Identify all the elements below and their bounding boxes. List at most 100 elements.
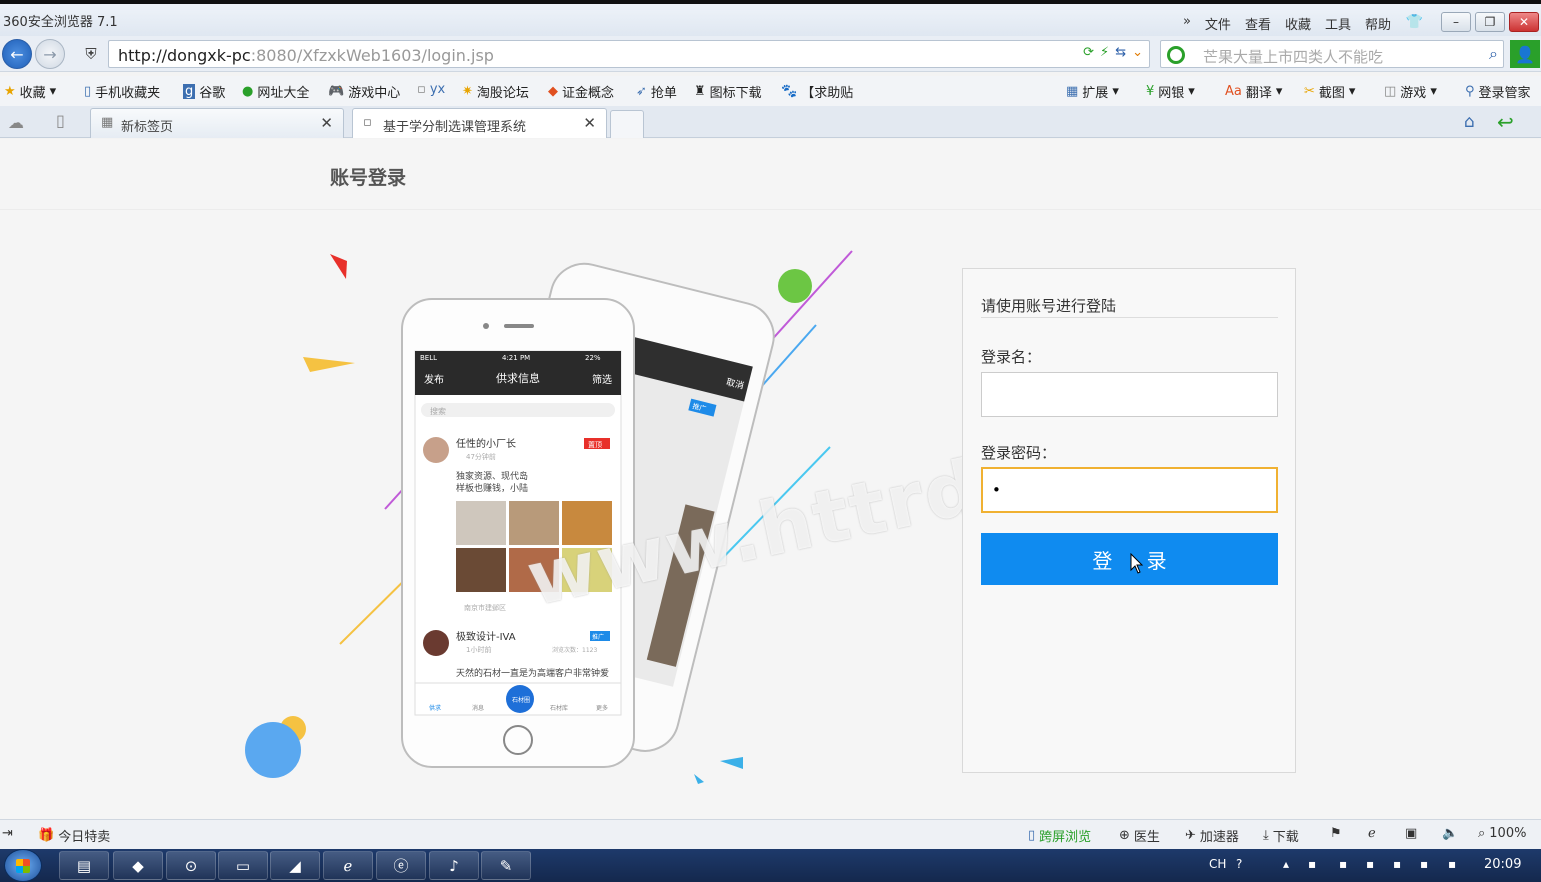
password-input[interactable] — [981, 467, 1278, 513]
minimize-button[interactable]: – — [1441, 12, 1471, 32]
taskbar-app-green[interactable]: ⊙ — [166, 851, 216, 880]
skin-icon[interactable]: 👕 — [1406, 14, 1423, 30]
gesture-icon[interactable]: ⚑ — [1330, 826, 1342, 841]
sound-icon[interactable]: 🔈 — [1442, 826, 1458, 841]
app-title: 360安全浏览器 7.1 — [3, 15, 118, 30]
taskbar-app-red[interactable]: ◆ — [113, 851, 163, 880]
page-icon: ▫ — [417, 82, 426, 97]
help-icon[interactable]: ? — [1236, 857, 1242, 871]
tool-screenshot[interactable]: ✂ 截图 ▾ — [1304, 82, 1355, 101]
post1-name: 任性的小厂长 — [456, 437, 516, 450]
mobile-sync-icon[interactable]: ▯ — [56, 111, 65, 130]
phone-tab-more: 更多 — [596, 704, 608, 712]
cloud-icon[interactable]: ☁ — [8, 113, 24, 132]
downloads[interactable]: ⤓ 下载 — [1263, 826, 1299, 845]
bookmark-site-nav[interactable]: ● 网址大全 — [242, 82, 309, 101]
zoom-control[interactable]: ⌕ 100% — [1478, 826, 1526, 841]
language-indicator[interactable]: CH — [1209, 857, 1226, 871]
taskbar-ie[interactable]: ℯ — [323, 851, 373, 880]
tool-extensions[interactable]: ▦ 扩展 ▾ — [1066, 82, 1119, 101]
tab-new-tab[interactable]: ▦ 新标签页 ✕ — [90, 108, 344, 138]
tray-app-icon[interactable]: ▪ — [1339, 857, 1347, 871]
phone-nav-publish: 发布 — [424, 373, 444, 386]
doctor[interactable]: ⊕ 医生 — [1119, 826, 1160, 845]
window-controls: – ❐ ✕ — [1441, 12, 1539, 32]
search-engine-icon[interactable] — [1167, 46, 1185, 64]
bookmark-yx[interactable]: ▫ yx — [417, 82, 445, 97]
taskbar-app-orange[interactable]: ◢ — [270, 851, 320, 880]
user-account-icon[interactable]: 👤 — [1510, 40, 1540, 68]
bookmark-mobile[interactable]: ▯ 手机收藏夹 — [84, 82, 160, 101]
phone-icon: ▯ — [1028, 828, 1036, 843]
tray-app-icon[interactable]: ▪ — [1448, 857, 1456, 871]
username-input[interactable] — [981, 372, 1278, 417]
post1-text1: 独家资源、现代岛 — [456, 470, 528, 482]
sidebar-toggle-icon[interactable]: ⇥ — [2, 826, 13, 841]
menu-help[interactable]: 帮助 — [1365, 14, 1391, 33]
undo-close-icon[interactable]: ↩ — [1497, 110, 1514, 134]
bookmark-securities[interactable]: ◆ 证金概念 — [548, 82, 614, 101]
url-text[interactable]: http://dongxk-pc:8080/XfzxkWeb1603/login… — [118, 46, 494, 65]
search-input[interactable]: 芒果大量上市四类人不能吃 — [1203, 46, 1383, 67]
tool-login-manager[interactable]: ⚲ 登录管家 — [1465, 82, 1531, 101]
back-button[interactable]: ← — [2, 39, 32, 69]
bookmark-stock-forum[interactable]: ✷ 淘股论坛 — [462, 82, 529, 101]
refresh-icon[interactable]: ⟳ — [1083, 45, 1094, 60]
close-tab-icon[interactable]: ✕ — [320, 114, 333, 132]
tool-translate[interactable]: Aa 翻译 ▾ — [1225, 82, 1282, 101]
zoom-icon: ⌕ — [1478, 826, 1486, 841]
bookmark-icon-download[interactable]: ♜ 图标下载 — [694, 82, 762, 101]
bookmark-grab[interactable]: ➶ 抢单 — [636, 82, 677, 101]
more-menu-chevron-icon[interactable]: » — [1183, 14, 1191, 33]
tray-expand-icon[interactable]: ▴ — [1283, 857, 1289, 871]
menu-view[interactable]: 查看 — [1245, 14, 1271, 33]
taskbar-360-browser[interactable]: ⓔ — [376, 851, 426, 880]
url-actions: ⟳ ⚡ ⇆ ⌄ — [1083, 45, 1143, 60]
close-tab-icon[interactable]: ✕ — [583, 114, 596, 132]
tray-app-icon[interactable]: ▪ — [1420, 857, 1428, 871]
taskbar-explorer[interactable]: ▭ — [218, 851, 268, 880]
tab-course-system[interactable]: ▫ 基于学分制选课管理系统 ✕ — [352, 108, 607, 138]
speed-mode-icon[interactable]: ⚡ — [1100, 45, 1109, 60]
cross-screen-browse[interactable]: ▯ 跨屏浏览 — [1028, 826, 1091, 845]
new-tab-button[interactable] — [610, 110, 644, 138]
bookmark-help-post[interactable]: 🐾 【求助贴 — [781, 82, 853, 101]
close-window-button[interactable]: ✕ — [1509, 12, 1539, 32]
yen-icon: ¥ — [1146, 84, 1155, 99]
search-box[interactable]: 芒果大量上市四类人不能吃 ⌕ — [1160, 40, 1504, 68]
window-icon[interactable]: ▣ — [1405, 826, 1417, 841]
search-icon[interactable]: ⌕ — [1489, 44, 1498, 64]
tool-games[interactable]: ◫ 游戏 ▾ — [1384, 82, 1437, 101]
tab-label: 新标签页 — [121, 120, 174, 135]
menu-tools[interactable]: 工具 — [1325, 14, 1351, 33]
daily-deals[interactable]: 🎁 今日特卖 — [38, 826, 110, 845]
forward-button[interactable]: → — [35, 39, 65, 69]
taskbar-app-tools[interactable]: ✎ — [481, 851, 531, 880]
tray-app-icon[interactable]: ▪ — [1366, 857, 1374, 871]
taskbar: ▤ ◆ ⊙ ▭ ◢ ℯ ⓔ ♪ ✎ CH ? ▴ ▪ ▪ ▪ ▪ ▪ ▪ 20:… — [0, 849, 1541, 882]
accelerator[interactable]: ✈ 加速器 — [1185, 826, 1239, 845]
clock[interactable]: 20:09 — [1484, 857, 1521, 872]
taskbar-documents[interactable]: ▤ — [59, 851, 109, 880]
bookmark-google[interactable]: g 谷歌 — [183, 82, 225, 101]
ie-mode-icon[interactable]: ℯ — [1368, 826, 1376, 841]
menu-favorites[interactable]: 收藏 — [1285, 14, 1311, 33]
start-button[interactable] — [4, 849, 42, 882]
taskbar-app-purple[interactable]: ♪ — [429, 851, 479, 880]
address-bar[interactable]: http://dongxk-pc:8080/XfzxkWeb1603/login… — [108, 40, 1150, 68]
switch-engine-icon[interactable]: ⇆ — [1115, 45, 1126, 60]
menu-file[interactable]: 文件 — [1205, 14, 1231, 33]
restore-button[interactable]: ❐ — [1475, 12, 1505, 32]
bookmark-game-center[interactable]: 🎮 游戏中心 — [328, 82, 400, 101]
dropdown-chevron-icon[interactable]: ⌄ — [1132, 45, 1143, 60]
post1-text2: 样板也赚钱，小陆 — [456, 482, 528, 494]
tool-ebank[interactable]: ¥ 网银 ▾ — [1146, 82, 1195, 101]
login-panel-divider — [981, 317, 1278, 318]
home-icon[interactable]: ⌂ — [1464, 112, 1475, 132]
security-shield-icon[interactable]: ⛨ — [78, 42, 104, 66]
menu-bar: » 文件 查看 收藏 工具 帮助 — [1183, 14, 1391, 33]
tray-app-icon[interactable]: ▪ — [1308, 857, 1316, 871]
star-icon: ★ — [4, 84, 16, 99]
tray-app-icon[interactable]: ▪ — [1393, 857, 1401, 871]
bookmark-favorites[interactable]: ★ 收藏 ▾ — [4, 82, 56, 101]
